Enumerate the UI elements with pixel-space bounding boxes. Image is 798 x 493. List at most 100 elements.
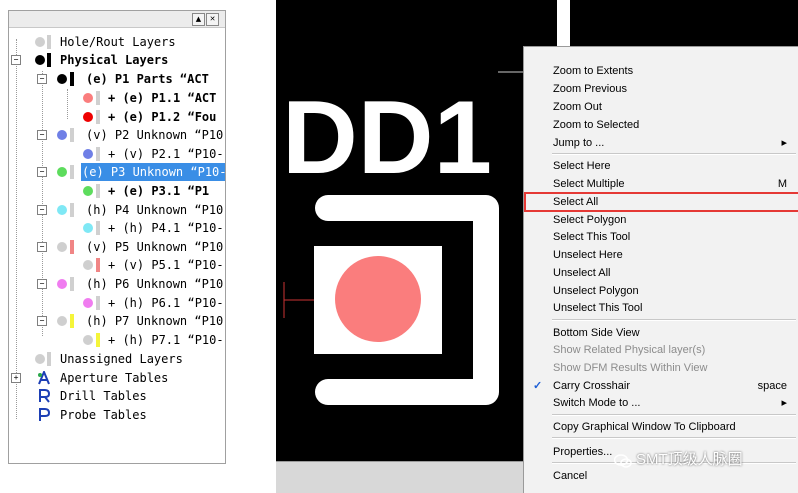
- layer-bar-icon: [96, 91, 100, 105]
- collapse-icon[interactable]: −: [37, 279, 47, 289]
- menu-item-bottom-side-view[interactable]: Bottom Side View: [525, 324, 798, 342]
- layer-color-dot-icon: [83, 93, 93, 103]
- layer-color-dot-icon: [57, 205, 67, 215]
- tree-item-label: Hole/Rout Layers: [60, 35, 176, 49]
- tree-item-p5-1[interactable]: + (v) P5.1 “P10-: [9, 256, 225, 274]
- menu-item-switch-mode-to[interactable]: Switch Mode to ... ▸: [525, 394, 798, 412]
- menu-item-show-related-physical-layers: Show Related Physical layer(s): [525, 341, 798, 359]
- menu-item-unselect-all[interactable]: Unselect All: [525, 264, 798, 282]
- tree-item-p3-1[interactable]: + (e) P3.1 “P1: [9, 182, 225, 200]
- layer-color-dot-icon: [57, 279, 67, 289]
- layer-bar-icon: [96, 333, 100, 347]
- menu-item-select-this-tool[interactable]: Select This Tool: [525, 228, 798, 246]
- tree-item-p6-1[interactable]: + (h) P6.1 “P10-: [9, 294, 225, 312]
- submenu-arrow-icon: ▸: [781, 397, 787, 409]
- scroll-close-button[interactable]: ✕: [206, 13, 219, 26]
- layer-bar-icon: [47, 35, 51, 49]
- menu-item-zoom-to-extents[interactable]: Zoom to Extents: [525, 62, 798, 80]
- tree-item-p5[interactable]: − (v) P5 Unknown “P10-: [9, 238, 225, 256]
- menu-item-zoom-out[interactable]: Zoom Out: [525, 98, 798, 116]
- wechat-icon: [613, 453, 632, 468]
- menu-item-label: Jump to ...: [553, 137, 605, 149]
- tree-item-p4-1[interactable]: + (h) P4.1 “P10-: [9, 219, 225, 237]
- menu-item-label: Cancel: [553, 470, 588, 482]
- tree-item-label: + (v) P5.1 “P10-: [108, 258, 224, 272]
- tree-item-p6[interactable]: − (h) P6 Unknown “P10-: [9, 275, 225, 293]
- layer-color-dot-icon: [83, 298, 93, 308]
- tree-item-label: Physical Layers: [60, 53, 169, 67]
- expand-icon[interactable]: +: [11, 373, 21, 383]
- menu-item-unselect-this-tool[interactable]: Unselect This Tool: [525, 299, 798, 317]
- layer-color-dot-icon: [35, 55, 45, 65]
- drill-table-icon: [37, 389, 51, 403]
- layer-color-dot-icon: [57, 316, 67, 326]
- menu-item-copy-graphical-window[interactable]: Copy Graphical Window To Clipboard: [525, 418, 798, 436]
- menu-item-zoom-previous[interactable]: Zoom Previous: [525, 80, 798, 98]
- tree-item-p1-1[interactable]: + (e) P1.1 “ACT: [9, 89, 225, 107]
- tree-item-p4[interactable]: − (h) P4 Unknown “P10-: [9, 201, 225, 219]
- menu-item-label: Bottom Side View: [553, 327, 640, 339]
- tree-item-aperture-tables[interactable]: + Aperture Tables: [9, 369, 225, 387]
- layer-color-dot-icon: [35, 354, 45, 364]
- menu-item-label: Select Polygon: [553, 214, 627, 226]
- menu-item-select-here[interactable]: Select Here: [525, 157, 798, 175]
- tree-item-label: (v) P2 Unknown “P10-: [86, 128, 226, 142]
- menu-item-select-all[interactable]: Select All: [524, 192, 798, 212]
- tree-item-label: (e) P3 Unknown “P10-: [81, 163, 226, 181]
- menu-item-label: Zoom to Selected: [553, 119, 640, 131]
- menu-item-label: Select All: [553, 196, 599, 208]
- tree-item-p3[interactable]: − (e) P3 Unknown “P10-: [9, 163, 225, 181]
- tree-item-p2-1[interactable]: + (v) P2.1 “P10-: [9, 145, 225, 163]
- tree-item-p2[interactable]: − (v) P2 Unknown “P10-: [9, 126, 225, 144]
- layer-bar-icon: [47, 53, 51, 67]
- scroll-up-button[interactable]: ▲: [192, 13, 205, 26]
- tree-item-physical-layers[interactable]: − Physical Layers: [9, 51, 225, 69]
- menu-item-carry-crosshair[interactable]: ✓ Carry Crosshair space: [525, 377, 798, 395]
- layer-bar-icon: [70, 165, 74, 179]
- menu-item-unselect-polygon[interactable]: Unselect Polygon: [525, 282, 798, 300]
- tree-item-unassigned-layers[interactable]: Unassigned Layers: [9, 350, 225, 368]
- menu-item-label: Switch Mode to ...: [553, 397, 641, 409]
- menu-item-show-dfm-results: Show DFM Results Within View: [525, 359, 798, 377]
- status-bar: [276, 461, 526, 493]
- silkscreen-label: DD1: [282, 80, 492, 196]
- tree-item-probe-tables[interactable]: Probe Tables: [9, 406, 225, 424]
- menu-item-label: Carry Crosshair: [553, 380, 631, 392]
- submenu-arrow-icon: ▸: [781, 137, 787, 149]
- tree-item-p1-parts[interactable]: − (e) P1 Parts “ACT: [9, 70, 225, 88]
- collapse-icon[interactable]: −: [11, 55, 21, 65]
- menu-item-label: Zoom Out: [553, 101, 602, 113]
- layer-bar-icon: [96, 184, 100, 198]
- collapse-icon[interactable]: −: [37, 242, 47, 252]
- tree-item-label: (v) P5 Unknown “P10-: [86, 240, 226, 254]
- collapse-icon[interactable]: −: [37, 205, 47, 215]
- tree-item-label: Drill Tables: [60, 389, 147, 403]
- menu-item-label: Zoom Previous: [553, 83, 627, 95]
- watermark: SMT顶级人脉圈: [613, 449, 798, 471]
- tree-item-p7-1[interactable]: + (h) P7.1 “P10-: [9, 331, 225, 349]
- layer-bar-icon: [70, 72, 74, 86]
- menu-item-label: Unselect All: [553, 267, 611, 279]
- layer-bar-icon: [70, 314, 74, 328]
- layer-color-dot-icon: [57, 130, 67, 140]
- menu-item-unselect-here[interactable]: Unselect Here: [525, 246, 798, 264]
- menu-item-select-polygon[interactable]: Select Polygon: [525, 211, 798, 229]
- menu-item-select-multiple[interactable]: Select Multiple M: [525, 175, 798, 193]
- collapse-icon[interactable]: −: [37, 74, 47, 84]
- aperture-table-icon: [37, 371, 51, 385]
- collapse-icon[interactable]: −: [37, 167, 47, 177]
- collapse-icon[interactable]: −: [37, 316, 47, 326]
- menu-shortcut: space: [757, 380, 787, 392]
- menu-item-jump-to[interactable]: Jump to ... ▸: [525, 134, 798, 152]
- collapse-icon[interactable]: −: [37, 130, 47, 140]
- menu-item-zoom-to-selected[interactable]: Zoom to Selected: [525, 116, 798, 134]
- check-icon: ✓: [533, 380, 543, 392]
- tree-item-p1-2[interactable]: + (e) P1.2 “Fou: [9, 108, 225, 126]
- tree-item-hole-rout-layers[interactable]: Hole/Rout Layers: [9, 33, 225, 51]
- probe-table-icon: [37, 408, 51, 422]
- tree-item-p7[interactable]: − (h) P7 Unknown “P10-: [9, 312, 225, 330]
- tree-item-label: (h) P6 Unknown “P10-: [86, 277, 226, 291]
- tree-item-drill-tables[interactable]: Drill Tables: [9, 387, 225, 405]
- menu-item-label: Select This Tool: [553, 231, 631, 243]
- layer-bar-icon: [70, 277, 74, 291]
